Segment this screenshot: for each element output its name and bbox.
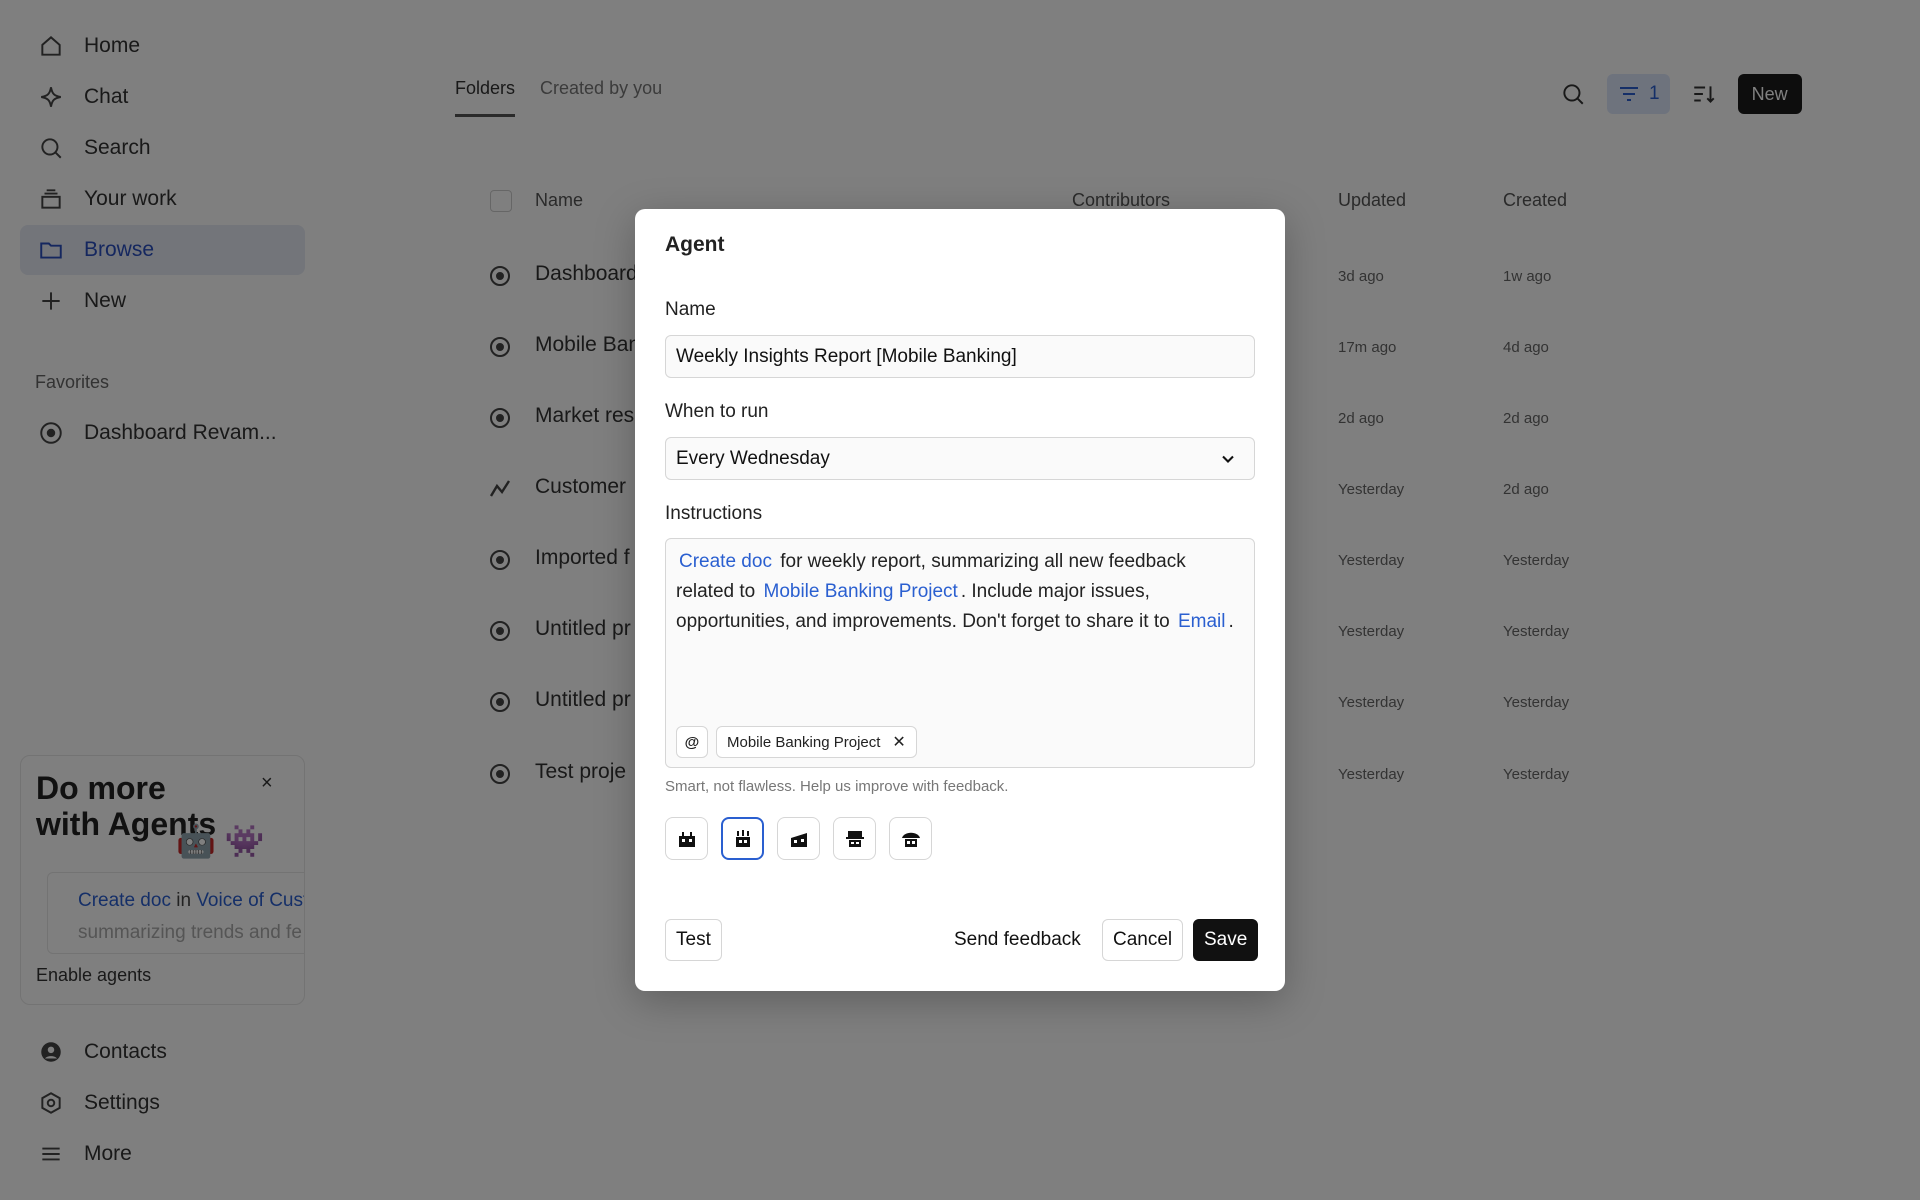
dialog-title: Agent	[665, 233, 725, 256]
name-field[interactable]: Weekly Insights Report [Mobile Banking]	[665, 335, 1255, 378]
instructions-text: Create doc for weekly report, summarizin…	[676, 547, 1246, 637]
robot-avatar-1-icon[interactable]	[665, 817, 708, 860]
name-value: Weekly Insights Report [Mobile Banking]	[676, 345, 1017, 367]
remove-chip-icon[interactable]: ✕	[892, 732, 905, 752]
mention-create-doc[interactable]: Create doc	[676, 551, 775, 572]
robot-avatar-3-icon[interactable]	[777, 817, 820, 860]
send-feedback-button[interactable]: Send feedback	[944, 919, 1091, 961]
test-button[interactable]: Test	[665, 919, 722, 961]
save-button[interactable]: Save	[1193, 919, 1259, 961]
avatar-picker	[665, 817, 932, 860]
robot-avatar-2-icon[interactable]	[721, 817, 764, 860]
agent-dialog: Agent Name Weekly Insights Report [Mobil…	[635, 209, 1285, 991]
instructions-label: Instructions	[665, 503, 763, 524]
robot-avatar-5-icon[interactable]	[889, 817, 932, 860]
context-chip: Mobile Banking Project ✕	[716, 726, 917, 758]
chip-label: Mobile Banking Project	[727, 733, 881, 751]
when-to-run-value: Every Wednesday	[676, 447, 830, 469]
mention-mobile-banking-project[interactable]: Mobile Banking Project	[761, 581, 961, 602]
name-label: Name	[665, 299, 716, 320]
when-to-run-label: When to run	[665, 401, 769, 422]
robot-avatar-4-icon[interactable]	[833, 817, 876, 860]
mention-email[interactable]: Email	[1175, 611, 1229, 632]
when-to-run-select[interactable]: Every Wednesday	[665, 437, 1255, 480]
instructions-editor[interactable]: Create doc for weekly report, summarizin…	[665, 538, 1255, 768]
cancel-button[interactable]: Cancel	[1102, 919, 1184, 961]
chevron-down-icon	[1222, 455, 1234, 463]
mention-button[interactable]: @	[676, 726, 708, 758]
feedback-hint: Smart, not flawless. Help us improve wit…	[665, 778, 1009, 795]
instructions-segment: .	[1228, 611, 1234, 632]
